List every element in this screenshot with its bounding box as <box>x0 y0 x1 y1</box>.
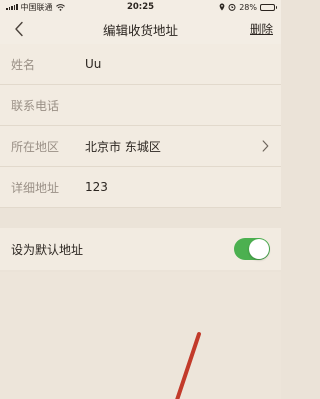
red-marker-stroke <box>175 332 201 399</box>
name-input[interactable]: Uu <box>85 57 101 71</box>
back-button[interactable] <box>8 18 30 40</box>
status-bar: 中国联通 20:25 28% <box>0 0 281 14</box>
status-left: 中国联通 <box>6 2 65 13</box>
chevron-left-icon <box>15 21 23 37</box>
detail-label: 详细地址 <box>11 180 60 195</box>
delete-button[interactable]: 删除 <box>250 21 273 37</box>
battery-icon <box>260 3 277 11</box>
section-gap <box>0 208 281 228</box>
chevron-right-icon <box>262 140 269 152</box>
empty-area <box>0 272 281 399</box>
toggle-knob <box>249 239 269 259</box>
default-address-toggle[interactable] <box>234 238 270 260</box>
phone-row[interactable]: 联系电话 <box>0 85 281 126</box>
alarm-icon <box>228 3 236 11</box>
address-form: 姓名 Uu 联系电话 所在地区 北京市 东城区 详细地址 123 <box>0 44 281 208</box>
default-address-row: 设为默认地址 <box>0 228 281 270</box>
detail-row[interactable]: 详细地址 123 <box>0 167 281 208</box>
default-address-label: 设为默认地址 <box>11 242 84 257</box>
location-icon <box>219 3 225 11</box>
wifi-icon <box>55 3 65 11</box>
region-value: 北京市 东城区 <box>85 139 161 154</box>
page-title: 编辑收货地址 <box>102 22 178 38</box>
status-right: 28% <box>219 2 277 12</box>
battery-percent: 28% <box>239 2 257 12</box>
region-row[interactable]: 所在地区 北京市 东城区 <box>0 126 281 167</box>
name-label: 姓名 <box>11 57 36 72</box>
phone-label: 联系电话 <box>11 98 60 113</box>
carrier-name: 中国联通 <box>20 2 53 12</box>
signal-icon <box>6 4 18 10</box>
nav-bar: 编辑收货地址 删除 <box>0 14 281 44</box>
region-label: 所在地区 <box>11 139 60 154</box>
detail-input[interactable]: 123 <box>85 180 108 194</box>
name-row[interactable]: 姓名 Uu <box>0 44 281 85</box>
